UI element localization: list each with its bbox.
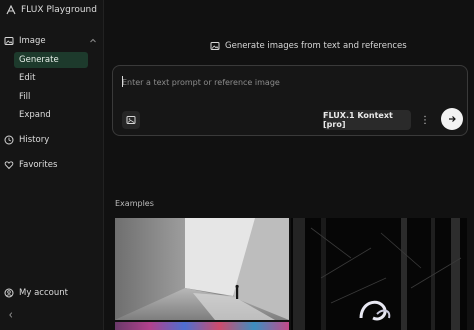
- sidebar-item-label: Favorites: [19, 160, 58, 170]
- more-options-button[interactable]: ⋮: [420, 111, 430, 129]
- text-caret: [122, 76, 123, 87]
- chevron-left-icon[interactable]: [7, 311, 15, 322]
- sidebar-item-fill[interactable]: Fill: [14, 89, 88, 105]
- sidebar-item-label: Generate: [19, 55, 59, 65]
- vertical-dots-icon: ⋮: [420, 114, 430, 126]
- sidebar-item-history[interactable]: History: [4, 132, 98, 148]
- prompt-box: FLUX.1 Kontext [pro] ⋮: [112, 65, 468, 136]
- sidebar-group-image[interactable]: Image: [4, 33, 98, 49]
- sidebar-item-generate[interactable]: Generate: [14, 52, 88, 68]
- image-icon: [210, 41, 220, 51]
- sidebar-item-label: History: [19, 135, 50, 145]
- examples-heading: Examples: [115, 199, 154, 208]
- example-image-forest[interactable]: [291, 218, 467, 330]
- image-plus-icon: [126, 115, 136, 125]
- sidebar-item-label: Expand: [19, 110, 51, 120]
- sidebar-group-label: Image: [19, 36, 46, 46]
- app-title: FLUX Playground: [21, 5, 97, 15]
- example-image-architecture[interactable]: [115, 218, 289, 320]
- chevron-up-icon: [88, 36, 98, 46]
- example-image-colorful[interactable]: [115, 322, 289, 330]
- model-select-button[interactable]: FLUX.1 Kontext [pro]: [323, 110, 411, 130]
- send-button[interactable]: [441, 108, 463, 130]
- sidebar-item-label: My account: [19, 288, 68, 298]
- page-headline: Generate images from text and references: [210, 41, 407, 51]
- flux-logo-icon: [6, 5, 16, 15]
- heart-icon: [4, 160, 14, 170]
- sidebar-item-label: Edit: [19, 73, 36, 83]
- sidebar-item-favorites[interactable]: Favorites: [4, 157, 98, 173]
- sidebar: FLUX Playground Image Generate Edit Fill…: [0, 0, 104, 330]
- sidebar-item-label: Fill: [19, 92, 31, 102]
- clock-icon: [4, 135, 14, 145]
- sidebar-item-my-account[interactable]: My account: [4, 285, 98, 301]
- sidebar-item-edit[interactable]: Edit: [14, 70, 88, 86]
- brand[interactable]: FLUX Playground: [6, 5, 97, 15]
- user-circle-icon: [4, 288, 14, 298]
- image-icon: [4, 36, 14, 46]
- add-reference-image-button[interactable]: [122, 111, 140, 129]
- arrow-right-icon: [447, 114, 457, 124]
- headline-text: Generate images from text and references: [225, 41, 407, 51]
- sidebar-item-expand[interactable]: Expand: [14, 107, 88, 123]
- prompt-input[interactable]: [122, 75, 452, 89]
